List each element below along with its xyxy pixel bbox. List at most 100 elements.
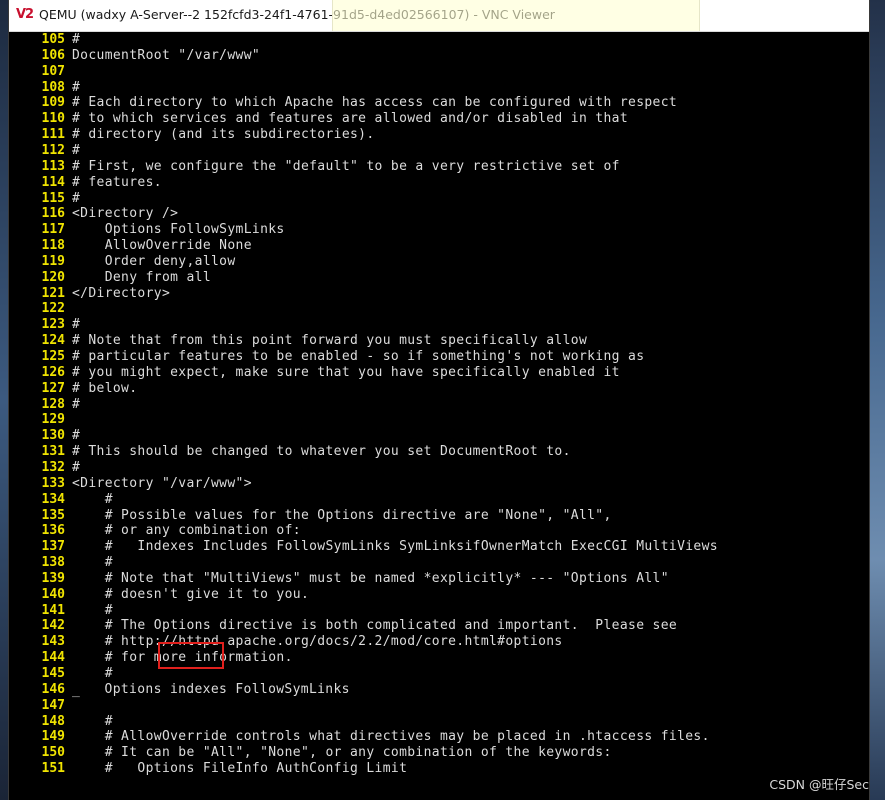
terminal-screen[interactable]: 105 #106 DocumentRoot "/var/www" 107 108 #109… — [9, 32, 869, 800]
line-number: 151 — [41, 761, 65, 777]
line-text: # Note that "MultiViews" must be named *… — [72, 570, 669, 586]
vnc-viewer-icon: V2 — [16, 7, 34, 22]
line-text: # — [72, 317, 81, 333]
terminal-line: 106 DocumentRoot "/var/www" — [9, 48, 869, 64]
line-number: 115 — [41, 190, 65, 206]
line-text: Order deny,allow — [72, 253, 236, 269]
line-text: Options indexes FollowSymLinks — [80, 681, 350, 697]
line-text: # Note that from this point forward you … — [72, 333, 588, 349]
line-text: # — [72, 491, 113, 507]
line-number: 110 — [41, 111, 65, 127]
terminal-line: 115 # — [9, 191, 869, 207]
line-number: 134 — [41, 491, 65, 507]
line-text: # Each directory to which Apache has acc… — [72, 95, 678, 111]
line-text: # — [72, 602, 113, 618]
line-number: 131 — [41, 444, 65, 460]
line-text: # — [72, 396, 81, 412]
line-number: 141 — [41, 602, 65, 618]
terminal-line: 133 <Directory "/var/www"> — [9, 476, 869, 492]
title-bar[interactable]: V2 QEMU (wadxy A-Server--2 152fcfd3-24f1… — [9, 0, 869, 32]
line-text: # or any combination of: — [72, 523, 301, 539]
line-number: 137 — [41, 539, 65, 555]
terminal-line: 119 Order deny,allow — [9, 254, 869, 270]
line-number: 146 — [41, 681, 65, 697]
line-text: # — [72, 79, 81, 95]
line-text: # — [72, 459, 81, 475]
line-number: 112 — [41, 142, 65, 158]
line-number: 124 — [41, 333, 65, 349]
terminal-line: 117 Options FollowSymLinks — [9, 222, 869, 238]
terminal-line: 122 — [9, 301, 869, 317]
line-number: 117 — [41, 222, 65, 238]
terminal-line: 128 # — [9, 397, 869, 413]
terminal-line: 141 # — [9, 603, 869, 619]
line-number: 119 — [41, 253, 65, 269]
terminal-line: 130 # — [9, 428, 869, 444]
line-number: 114 — [41, 174, 65, 190]
terminal-line: 120 Deny from all — [9, 270, 869, 286]
line-number: 113 — [41, 158, 65, 174]
watermark: CSDN @旺仔Sec — [769, 777, 869, 792]
terminal-line: 109 # Each directory to which Apache has … — [9, 95, 869, 111]
line-number: 136 — [41, 523, 65, 539]
line-number: 118 — [41, 238, 65, 254]
desktop-background-right — [869, 0, 885, 800]
line-text: # — [72, 666, 113, 681]
terminal-line: 150 # It can be "All", "None", or any co… — [9, 745, 869, 761]
line-number: 135 — [41, 507, 65, 523]
line-text: # below. — [72, 380, 138, 396]
line-number: 145 — [41, 666, 65, 681]
line-number: 107 — [41, 63, 65, 79]
line-text: # The Options directive is both complica… — [72, 618, 678, 634]
terminal-line: 124 # Note that from this point forward y… — [9, 333, 869, 349]
terminal-line: 111 # directory (and its subdirectories). — [9, 127, 869, 143]
terminal-line: 113 # First, we configure the "default" t… — [9, 159, 869, 175]
terminal-line: 144 # for more information. — [9, 650, 869, 666]
terminal-line: 140 # doesn't give it to you. — [9, 587, 869, 603]
terminal-line: 145 # — [9, 666, 869, 682]
terminal-line: 127 # below. — [9, 381, 869, 397]
terminal-line: 149 # AllowOverride controls what direct… — [9, 729, 869, 745]
line-text: # — [72, 142, 81, 158]
terminal-line: 118 AllowOverride None — [9, 238, 869, 254]
terminal-line: 147 — [9, 698, 869, 714]
desktop-background-left — [0, 0, 9, 800]
line-number: 142 — [41, 618, 65, 634]
line-text: # First, we configure the "default" to b… — [72, 158, 620, 174]
line-text: # This should be changed to whatever you… — [72, 444, 571, 460]
indexes-highlight-box — [158, 642, 224, 669]
line-number: 143 — [41, 634, 65, 650]
line-text: </Directory> — [72, 285, 171, 301]
terminal-line: 143 # http://httpd.apache.org/docs/2.2/m… — [9, 634, 869, 650]
line-number: 132 — [41, 459, 65, 475]
line-text: DocumentRoot "/var/www" — [72, 47, 261, 63]
line-text: # particular features to be enabled - so… — [72, 349, 645, 364]
line-number: 148 — [41, 713, 65, 729]
line-number: 129 — [41, 412, 65, 428]
line-text: # Possible values for the Options direct… — [72, 507, 612, 523]
terminal-line: 137 # Indexes Includes FollowSymLinks Sy… — [9, 539, 869, 555]
line-number: 121 — [41, 285, 65, 301]
line-number: 122 — [41, 301, 65, 317]
line-text: Deny from all — [72, 269, 212, 285]
line-text: # — [72, 190, 81, 206]
terminal-line: 110 # to which services and features are … — [9, 111, 869, 127]
line-text: # — [72, 32, 81, 47]
line-number: 127 — [41, 380, 65, 396]
line-text: # directory (and its subdirectories). — [72, 127, 375, 143]
terminal-line: 123 # — [9, 317, 869, 333]
terminal-line: 108 # — [9, 80, 869, 96]
line-number: 139 — [41, 570, 65, 586]
terminal-line: 112 # — [9, 143, 869, 159]
line-text: AllowOverride None — [72, 238, 252, 254]
line-number: 130 — [41, 428, 65, 444]
line-number: 125 — [41, 349, 65, 364]
line-text: <Directory /> — [72, 206, 179, 222]
line-number: 138 — [41, 555, 65, 571]
line-text: Options FollowSymLinks — [72, 222, 285, 238]
text-cursor: _ — [72, 682, 80, 698]
terminal-line: 114 # features. — [9, 175, 869, 191]
line-text: # doesn't give it to you. — [72, 586, 310, 602]
line-text: # you might expect, make sure that you h… — [72, 364, 620, 380]
line-number: 105 — [41, 32, 65, 47]
